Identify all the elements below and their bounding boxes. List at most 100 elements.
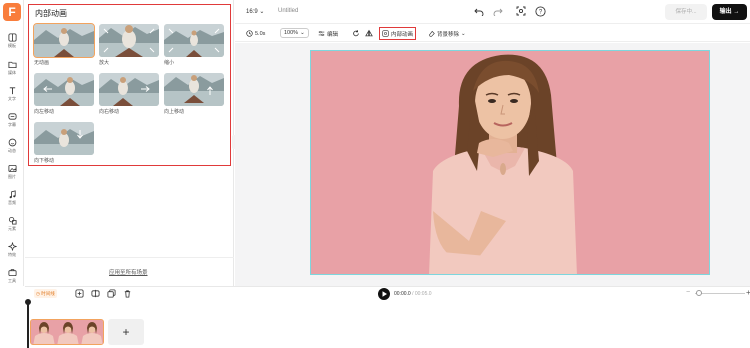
- zoom-in-icon[interactable]: +: [746, 288, 750, 297]
- canvas-area: [235, 43, 750, 286]
- lake-scene-image: [164, 24, 224, 57]
- animation-label: 向上移动: [164, 109, 185, 115]
- arrow-right-icon: →: [733, 9, 740, 15]
- lake-scene-image: [34, 24, 94, 57]
- play-icon: [382, 291, 387, 297]
- undo-icon[interactable]: [474, 6, 484, 16]
- clock-icon: ◷: [36, 291, 40, 296]
- sidebar-item-tools[interactable]: 工具: [0, 268, 24, 284]
- add-clip-button[interactable]: +: [108, 319, 144, 345]
- lake-scene-image: [99, 73, 159, 106]
- save-button[interactable]: 保存中...: [665, 4, 707, 20]
- top-bar: 16:9 ⌄ Untitled ? 保存中... 输出 →: [235, 0, 750, 24]
- inner-animation-button[interactable]: 内部动画: [379, 27, 417, 40]
- redo-icon[interactable]: [493, 6, 503, 16]
- zoom-out-icon[interactable]: −: [686, 289, 690, 296]
- background-remove-button[interactable]: 背景移除 ⌄: [428, 28, 466, 39]
- animation-option-zoom-out[interactable]: [164, 24, 224, 57]
- folder-icon: [7, 61, 17, 69]
- sidebar-item-label: 特效: [8, 252, 16, 257]
- music-icon: [9, 190, 16, 199]
- animation-option-move-down[interactable]: [34, 122, 94, 155]
- image-icon: [7, 164, 17, 173]
- scene-clip[interactable]: [30, 319, 104, 345]
- subtitle-icon: [7, 113, 17, 120]
- timeline-zoom-handle[interactable]: [696, 290, 702, 296]
- duration-button[interactable]: 5.0s: [246, 28, 265, 39]
- timeline-controls: ◷ 时间线 00:00.0 / 00:05.0 − +: [25, 286, 750, 300]
- sidebar-item-subtitle[interactable]: 字幕: [0, 112, 24, 128]
- sidebar-item-elements[interactable]: 元素: [0, 216, 24, 232]
- playhead[interactable]: [27, 301, 29, 348]
- sidebar-item-label: 工具: [8, 278, 16, 283]
- aspect-ratio-selector[interactable]: 16:9 ⌄: [246, 8, 264, 15]
- sidebar-item-media[interactable]: 媒体: [0, 60, 24, 76]
- lake-scene-image: [99, 24, 159, 57]
- zoom-select[interactable]: 100% ⌄: [280, 28, 309, 38]
- edit-button[interactable]: 编辑: [318, 28, 338, 39]
- export-button[interactable]: 输出 →: [712, 4, 747, 20]
- split-icon[interactable]: [91, 289, 100, 298]
- timeline-zoom-slider[interactable]: [695, 293, 745, 294]
- sidebar-item-template[interactable]: 模板: [0, 33, 24, 49]
- elements-icon: [8, 216, 17, 225]
- current-time: 00:00.0: [394, 291, 411, 297]
- play-button[interactable]: [378, 288, 390, 300]
- animation-label: 向右移动: [99, 109, 120, 115]
- sidebar-item-sticker[interactable]: 动态: [0, 138, 24, 154]
- animation-option-zoom-in[interactable]: [99, 24, 159, 57]
- inner-animation-label: 内部动画: [391, 31, 414, 38]
- animation-option-move-right[interactable]: [99, 73, 159, 106]
- animation-icon: [382, 30, 389, 37]
- clock-icon: [246, 30, 253, 37]
- lake-scene-image: [34, 73, 94, 106]
- inner-animation-section: 内部动画 无动画 放大 缩小 向左移动 向右移动 向上移动 向下移动: [28, 4, 231, 166]
- export-label: 输出: [719, 9, 732, 15]
- animation-option-move-left[interactable]: [34, 73, 94, 106]
- lake-scene-image: [164, 73, 224, 106]
- chevron-down-icon: ⌄: [300, 29, 305, 36]
- sidebar-item-label: 文字: [8, 96, 16, 101]
- add-scene-icon[interactable]: [75, 289, 84, 298]
- sidebar-item-image[interactable]: 图片: [0, 164, 24, 180]
- edit-label: 编辑: [327, 31, 339, 38]
- effects-icon: [7, 242, 17, 251]
- animation-option-move-up[interactable]: [164, 73, 224, 106]
- sticker-icon: [8, 138, 16, 147]
- main-photo[interactable]: [310, 50, 710, 275]
- panel-title: 内部动画: [35, 9, 67, 18]
- help-icon[interactable]: ?: [535, 6, 546, 17]
- duration-value: 5.0s: [255, 30, 266, 37]
- duplicate-icon[interactable]: [107, 289, 116, 298]
- document-title[interactable]: Untitled: [278, 8, 298, 14]
- timeline-button[interactable]: ◷ 时间线: [34, 289, 57, 298]
- animation-label: 向下移动: [34, 158, 55, 164]
- playhead-handle[interactable]: [25, 299, 31, 305]
- screen-capture-icon[interactable]: [516, 6, 526, 16]
- zoom-value: 100%: [284, 29, 299, 36]
- apply-to-all-scenes-link[interactable]: 应用至所有场景: [109, 268, 148, 276]
- flip-icon[interactable]: [365, 28, 373, 39]
- total-time: / 00:05.0: [412, 291, 432, 297]
- background-remove-label: 背景移除: [437, 31, 460, 38]
- timecode: 00:00.0 / 00:05.0: [394, 291, 432, 297]
- animation-label: 缩小: [164, 60, 175, 66]
- clip-thumbnail: [31, 320, 103, 344]
- sidebar-item-audio[interactable]: 音频: [0, 190, 24, 206]
- app-logo[interactable]: F: [3, 3, 21, 21]
- sidebar-item-label: 模板: [8, 43, 16, 48]
- sidebar-item-effects[interactable]: 特效: [0, 242, 24, 258]
- animation-label: 放大: [99, 60, 110, 66]
- divider: [25, 257, 234, 258]
- editing-toolbar: 5.0s 100% ⌄ 编辑 内部动画 背景移除 ⌄: [235, 25, 750, 42]
- rotate-icon[interactable]: [352, 28, 360, 39]
- sidebar-item-text[interactable]: 文字: [0, 86, 24, 102]
- delete-icon[interactable]: [123, 289, 132, 298]
- animation-label: 无动画: [34, 60, 50, 66]
- animation-panel: 内部动画 无动画 放大 缩小 向左移动 向右移动 向上移动 向下移动 应用至所有…: [25, 0, 234, 286]
- eraser-icon: [429, 30, 435, 37]
- animation-option-none[interactable]: [33, 23, 95, 58]
- template-icon: [7, 33, 17, 42]
- aspect-ratio-value: 16:9: [246, 9, 258, 15]
- timeline-label: 时间线: [41, 291, 55, 296]
